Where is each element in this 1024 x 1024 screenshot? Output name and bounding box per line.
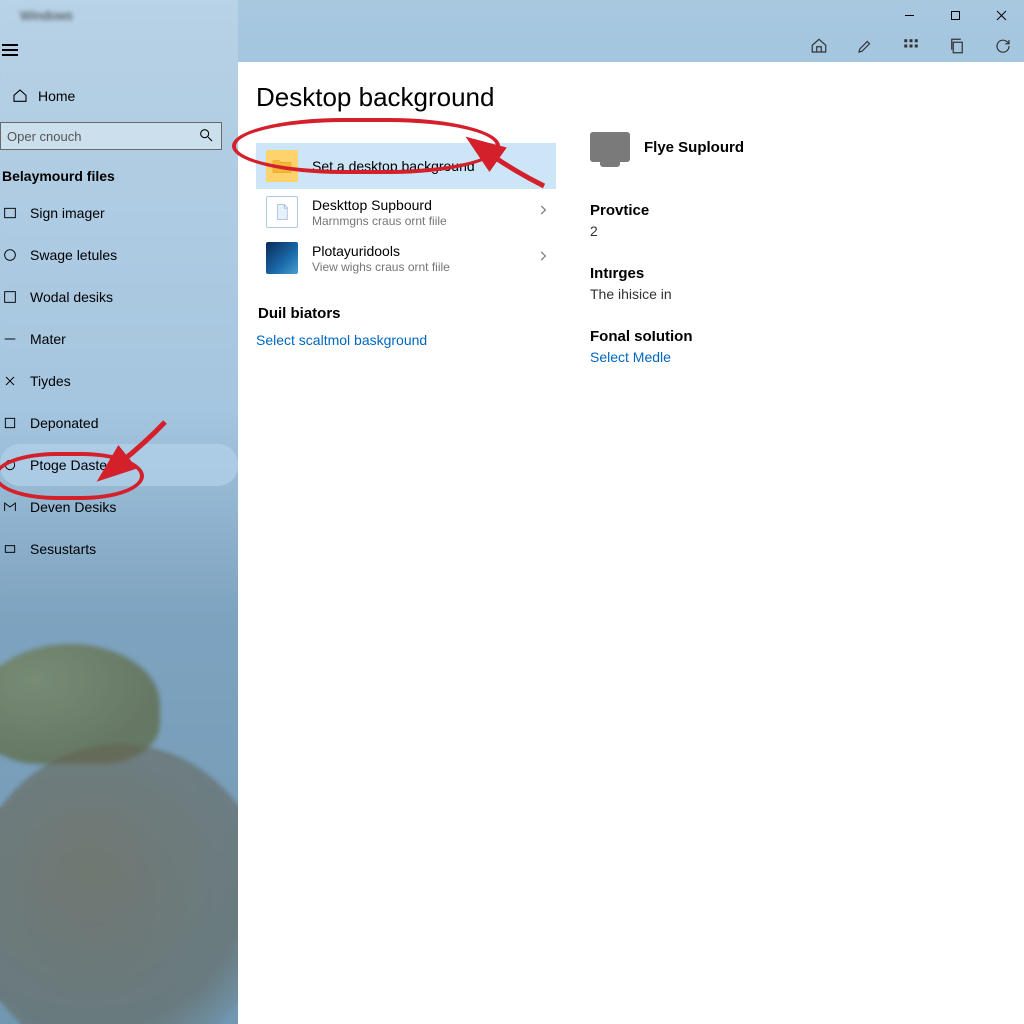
info-label: Fonal soIution [590,328,1006,345]
sidebar-item-label: Sesustarts [30,541,96,557]
info-label: Intırges [590,265,1006,282]
sidebar-item-0[interactable]: Sign imager [0,192,238,234]
sidebar-item-5-icon [2,415,18,431]
grid-icon[interactable] [902,37,920,55]
option-title: Plotayuridools [312,243,450,259]
sidebar-item-3[interactable]: Mater [0,318,238,360]
chevron-right-icon [536,203,550,222]
content-panel: Desktop background Set a desktop backgro… [238,62,1024,1024]
home-link[interactable]: Home [0,76,238,116]
sidebar-item-label: Wodal desiks [30,289,113,305]
device-name: Flye Suplourd [644,139,744,156]
sidebar-item-label: Tiydes [30,373,71,389]
option-sub: View wighs craus ornt fiile [312,260,450,274]
sidebar-item-8-icon [2,541,18,557]
page-title: Desktop background [256,82,556,113]
sidebar-item-label: Swage letules [30,247,117,263]
select-scaltmol-link[interactable]: Select scaltmol baskground [256,332,556,348]
folder-icon [266,150,298,182]
sidebar-item-2-icon [2,289,18,305]
select-medle-link[interactable]: Select Medle [590,349,1006,365]
search-input[interactable] [0,122,222,150]
sidebar-item-4-icon [2,373,18,389]
info-value: The ihisice in [590,286,1006,302]
option-sub: Marnmgns craus ornt fiile [312,214,447,228]
sidebar-item-label: Ptoge Daste [30,457,107,473]
sidebar-item-1-icon [2,247,18,263]
toolbar [238,30,1024,62]
sidebar-item-2[interactable]: Wodal desiks [0,276,238,318]
info-provtice: Provtice 2 [590,202,1006,239]
subsection-head: Duil biators [258,305,556,322]
monitor-icon [590,132,630,162]
sidebar-item-3-icon [2,331,18,347]
info-value: 2 [590,223,1006,239]
info-label: Provtice [590,202,1006,219]
sidebar-item-label: Sign imager [30,205,105,221]
sidebar-item-6[interactable]: Ptoge Daste [0,444,238,486]
close-button[interactable] [978,0,1024,30]
hamburger-icon[interactable] [0,38,24,62]
document-icon [266,196,298,228]
sidebar-item-label: Deponated [30,415,99,431]
sidebar-item-label: Mater [30,331,66,347]
sidebar-item-0-icon [2,205,18,221]
sidebar: Home Belaymourd files Sign imager Swage … [0,0,238,1024]
edit-icon[interactable] [856,37,874,55]
sidebar-item-1[interactable]: Swage letules [0,234,238,276]
device-row: Flye Suplourd [590,132,1006,162]
sidebar-item-label: Deven Desiks [30,499,116,515]
sidebar-section-head: Belaymourd files [0,160,238,192]
home-icon[interactable] [810,37,828,55]
window-controls [886,0,1024,30]
info-intirges: Intırges The ihisice in [590,265,1006,302]
sidebar-item-7[interactable]: Deven Desiks [0,486,238,528]
search-wrap [0,122,228,150]
maximize-button[interactable] [932,0,978,30]
sidebar-item-5[interactable]: Deponated [0,402,238,444]
option-plotayuridools[interactable]: Plotayuridools View wighs craus ornt fii… [256,235,556,281]
home-label: Home [38,88,75,104]
refresh-icon[interactable] [994,37,1012,55]
sidebar-item-4[interactable]: Tiydes [0,360,238,402]
sidebar-item-7-icon [2,499,18,515]
picture-icon [266,242,298,274]
search-icon[interactable] [198,127,214,143]
option-desktop-supbourd[interactable]: Deskttop Supbourd Marnmgns craus ornt fi… [256,189,556,235]
sidebar-item-6-icon [2,457,18,473]
home-nav-icon [12,88,28,104]
copy-icon[interactable] [948,37,966,55]
option-set-background[interactable]: Set a desktop background [256,143,556,189]
sidebar-item-8[interactable]: Sesustarts [0,528,238,570]
option-title: Set a desktop background [312,158,475,174]
info-fonal: Fonal soIution Select Medle [590,328,1006,365]
minimize-button[interactable] [886,0,932,30]
option-title: Deskttop Supbourd [312,197,447,213]
chevron-right-icon [536,249,550,268]
